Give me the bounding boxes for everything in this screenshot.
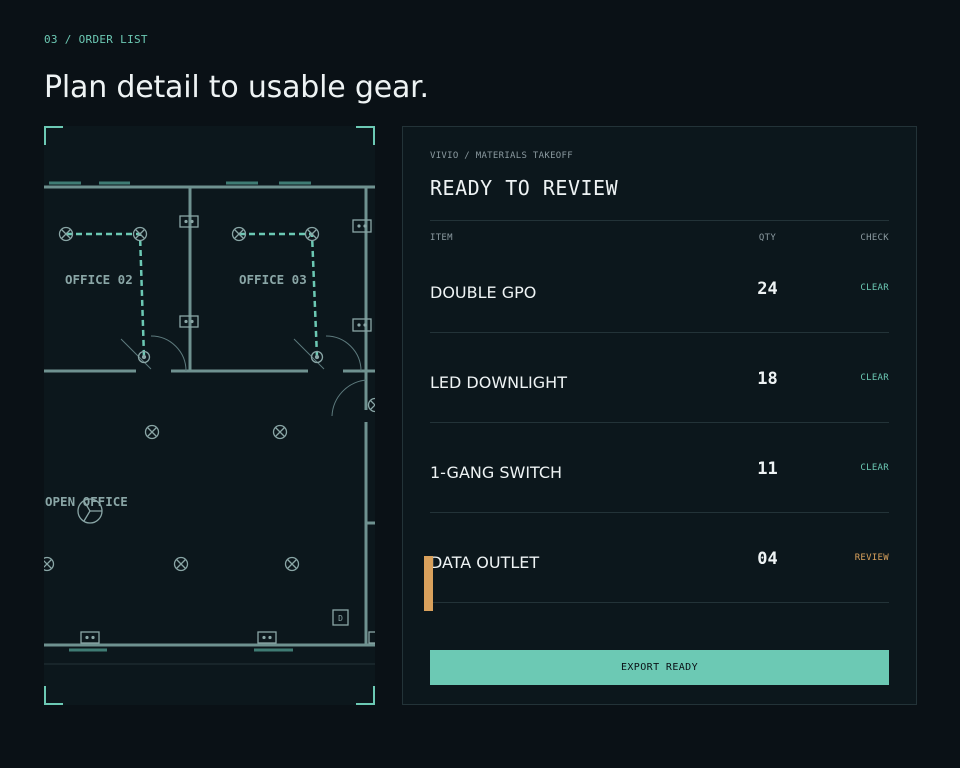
floor-plan-drawing: OFFICE 02 OFFICE 03 OPEN OFFICE D xyxy=(44,181,375,665)
takeoff-panel: VIVIO / MATERIALS TAKEOFF READY TO REVIE… xyxy=(402,126,917,705)
export-ready-button[interactable]: EXPORT READY xyxy=(430,650,889,685)
room-label-office-03: OFFICE 03 xyxy=(239,272,307,287)
panel-title: READY TO REVIEW xyxy=(430,176,619,200)
status-badge: CLEAR xyxy=(860,373,889,383)
takeoff-table: DOUBLE GPO 24 CLEAR LED DOWNLIGHT 18 CLE… xyxy=(424,243,889,611)
status-badge: CLEAR xyxy=(860,463,889,473)
review-flag-marker xyxy=(424,556,433,611)
column-header-check: CHECK xyxy=(860,233,889,243)
frame-corner-bottom-left xyxy=(44,686,63,705)
frame-corner-bottom-right xyxy=(356,686,375,705)
floor-plan: OFFICE 02 OFFICE 03 OPEN OFFICE D xyxy=(44,126,375,705)
table-row[interactable]: DATA OUTLET 04 REVIEW xyxy=(424,513,889,611)
panel-source: VIVIO / MATERIALS TAKEOFF xyxy=(430,151,573,161)
item-qty: 11 xyxy=(757,459,778,479)
page-title: Plan detail to usable gear. xyxy=(44,70,429,105)
item-name: DOUBLE GPO xyxy=(430,283,537,302)
item-name: 1-GANG SWITCH xyxy=(430,463,563,482)
item-qty: 24 xyxy=(757,279,778,299)
eyebrow-label: 03 / ORDER LIST xyxy=(44,33,148,46)
panel-divider xyxy=(430,220,889,221)
table-row[interactable]: 1-GANG SWITCH 11 CLEAR xyxy=(430,423,889,513)
data-outlet-symbol-label: D xyxy=(338,614,343,623)
frame-corner-top-right xyxy=(356,126,375,145)
status-badge: CLEAR xyxy=(860,283,889,293)
column-header-item: ITEM xyxy=(430,233,453,243)
frame-corner-top-left xyxy=(44,126,63,145)
room-label-office-02: OFFICE 02 xyxy=(65,272,133,287)
item-name: LED DOWNLIGHT xyxy=(430,373,567,392)
room-label-open-office: OPEN OFFICE xyxy=(45,494,128,509)
item-qty: 18 xyxy=(757,369,778,389)
item-name: DATA OUTLET xyxy=(430,553,540,572)
item-qty: 04 xyxy=(757,549,778,569)
table-row[interactable]: LED DOWNLIGHT 18 CLEAR xyxy=(430,333,889,423)
table-row[interactable]: DOUBLE GPO 24 CLEAR xyxy=(430,243,889,333)
column-header-qty: QTY xyxy=(758,233,777,243)
status-badge: REVIEW xyxy=(854,553,889,563)
